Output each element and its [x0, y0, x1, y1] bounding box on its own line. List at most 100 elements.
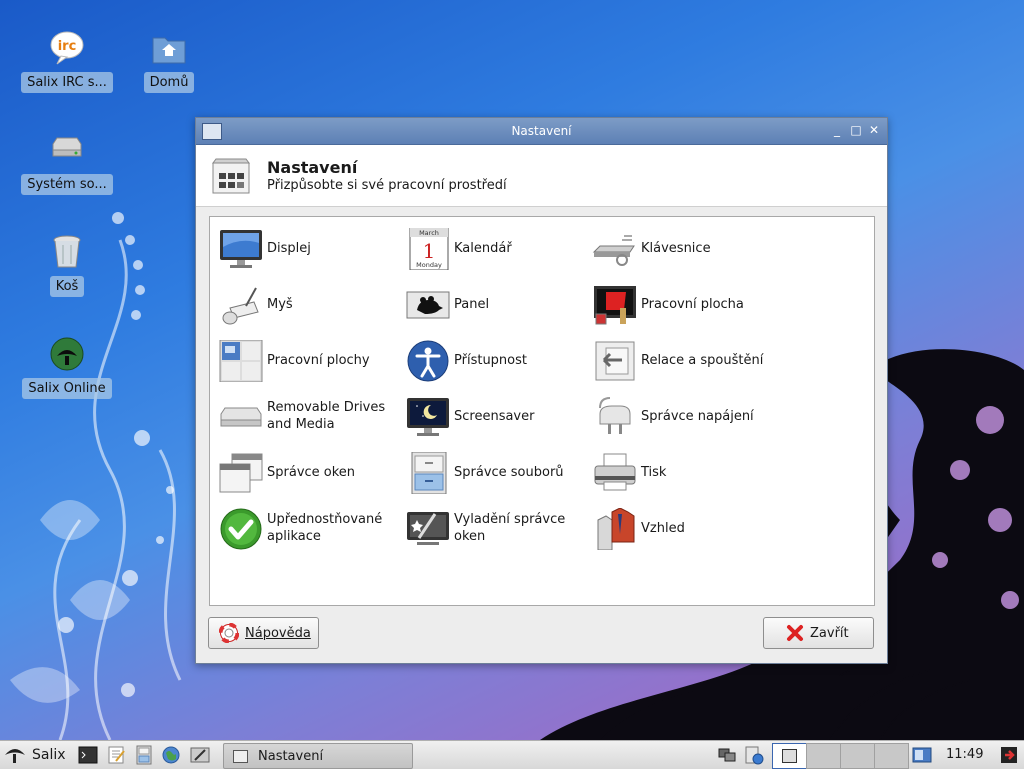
settings-item-power-manager[interactable]: Správce napájení: [584, 394, 764, 438]
settings-item-preferred-apps[interactable]: Upřednostňované aplikace: [210, 506, 390, 550]
calendar-day-text: 1: [423, 239, 436, 263]
close-window-button[interactable]: ✕: [867, 123, 881, 137]
session-icon: [595, 341, 635, 381]
preferred-apps-icon: [220, 508, 262, 550]
settings-item-label: Removable Drives and Media: [267, 400, 386, 432]
calendar-icon: March 1 Monday: [409, 228, 449, 270]
updates-notifier-icon[interactable]: [744, 745, 764, 765]
settings-item-accessibility[interactable]: Přístupnost: [397, 338, 577, 382]
desktop-icon-trash[interactable]: Koš: [19, 232, 115, 301]
header-title: Nastavení: [267, 158, 358, 177]
appearance-icon: [597, 508, 635, 550]
settings-item-label: Screensaver: [454, 408, 535, 424]
irc-chat-icon: irc: [50, 31, 84, 65]
settings-item-label: Pracovní plocha: [641, 296, 744, 312]
settings-item-panel[interactable]: Panel: [397, 282, 577, 326]
desktop-icon-home[interactable]: Domů: [121, 28, 217, 97]
network-icon[interactable]: [717, 745, 737, 765]
settings-items-panel: Displej March 1 Monday Kalendář Klávesni…: [209, 216, 875, 606]
settings-item-label: Klávesnice: [641, 240, 711, 256]
panel-icon: [406, 291, 450, 319]
settings-item-label: Displej: [267, 240, 311, 256]
desktop-icon-label: Systém so...: [21, 174, 113, 195]
applications-menu-button[interactable]: Salix: [4, 743, 66, 767]
help-button[interactable]: Nápověda: [208, 617, 319, 649]
home-folder-icon: [152, 37, 186, 64]
settings-item-calendar[interactable]: March 1 Monday Kalendář: [397, 226, 577, 270]
applications-menu-label: Salix: [32, 747, 66, 763]
settings-item-mouse[interactable]: Myš: [210, 282, 390, 326]
settings-item-label: Správce napájení: [641, 408, 754, 424]
logout-icon[interactable]: [999, 745, 1019, 765]
wm-tweaks-icon: [407, 512, 449, 545]
maximize-button[interactable]: □: [849, 123, 863, 137]
settings-item-label: Správce oken: [267, 464, 356, 480]
settings-item-printing[interactable]: Tisk: [584, 450, 764, 494]
settings-item-display[interactable]: Displej: [210, 226, 390, 270]
settings-item-file-manager[interactable]: Správce souborů: [397, 450, 577, 494]
settings-item-appearance[interactable]: Vzhled: [584, 506, 764, 550]
text-editor-icon[interactable]: [106, 745, 126, 765]
settings-item-label: Upřednostňované aplikace: [267, 512, 383, 544]
lifebuoy-icon: [219, 623, 239, 643]
workspace-3-button[interactable]: [840, 743, 875, 769]
trash-icon: [53, 235, 81, 268]
clock[interactable]: 11:49: [946, 747, 983, 762]
web-browser-icon[interactable]: [161, 745, 181, 765]
close-button[interactable]: Zavřít: [763, 617, 874, 649]
settings-item-wm-tweaks[interactable]: Vyladění správce oken: [397, 506, 577, 550]
settings-item-label: Vyladění správce oken: [454, 512, 566, 544]
calendar-month-text: March: [419, 229, 439, 237]
removable-drive-icon: [220, 407, 262, 427]
help-button-label: Nápověda: [245, 625, 311, 641]
settings-item-desktop[interactable]: Pracovní plocha: [584, 282, 764, 326]
settings-item-keyboard[interactable]: Klávesnice: [584, 226, 764, 270]
settings-item-label: Vzhled: [641, 520, 685, 536]
file-manager-icon: [411, 452, 447, 494]
drive-icon: [52, 137, 82, 157]
workspace-2-button[interactable]: [806, 743, 841, 769]
settings-item-label: Kalendář: [454, 240, 512, 256]
workspace-1-button[interactable]: [772, 743, 807, 769]
workspaces-icon: [219, 340, 263, 382]
monitor-icon: [220, 230, 262, 268]
svg-text:irc: irc: [58, 39, 77, 54]
taskbar-task-settings[interactable]: Nastavení: [223, 743, 413, 769]
salix-online-icon: [50, 337, 84, 371]
close-button-label: Zavřít: [810, 625, 849, 641]
settings-task-icon: [233, 749, 248, 763]
workspace-4-button[interactable]: [874, 743, 909, 769]
desktop-icon: [594, 286, 636, 325]
desktop-icon-irc[interactable]: irc Salix IRC s...: [19, 28, 115, 97]
show-desktop-icon[interactable]: [190, 745, 210, 765]
window-title: Nastavení: [511, 124, 572, 138]
display-settings-icon[interactable]: [912, 745, 932, 765]
settings-item-removable-drives[interactable]: Removable Drives and Media: [210, 394, 390, 438]
settings-item-label: Přístupnost: [454, 352, 527, 368]
settings-item-label: Tisk: [641, 464, 667, 480]
settings-item-session[interactable]: Relace a spouštění: [584, 338, 764, 382]
calendar-weekday-text: Monday: [416, 261, 442, 269]
accessibility-icon: [407, 340, 449, 382]
settings-item-window-manager[interactable]: Správce oken: [210, 450, 390, 494]
settings-item-label: Správce souborů: [454, 464, 564, 480]
settings-item-workspaces[interactable]: Pracovní plochy: [210, 338, 390, 382]
file-manager-launcher-icon[interactable]: [134, 745, 154, 765]
desktop-icon-salix-online[interactable]: Salix Online: [19, 334, 115, 403]
settings-manager-icon: [212, 158, 250, 194]
screensaver-icon: [407, 398, 449, 436]
header-subtitle: Přizpůsobte si své pracovní prostředí: [267, 178, 507, 193]
taskbar: Salix Nastavení 11:49: [0, 740, 1024, 769]
minimize-button[interactable]: _: [830, 123, 844, 137]
terminal-icon[interactable]: [78, 745, 98, 765]
settings-item-label: Relace a spouštění: [641, 352, 764, 368]
keyboard-icon: [592, 235, 635, 266]
window-titlebar[interactable]: Nastavení _ □ ✕: [196, 118, 887, 145]
desktop-icon-filesystem[interactable]: Systém so...: [19, 130, 115, 199]
taskbar-task-label: Nastavení: [258, 748, 324, 764]
close-x-icon: [787, 625, 803, 641]
settings-item-screensaver[interactable]: Screensaver: [397, 394, 577, 438]
settings-header: Nastavení Přizpůsobte si své pracovní pr…: [196, 145, 887, 207]
settings-item-label: Panel: [454, 296, 490, 312]
desktop-icon-label: Domů: [143, 72, 195, 93]
